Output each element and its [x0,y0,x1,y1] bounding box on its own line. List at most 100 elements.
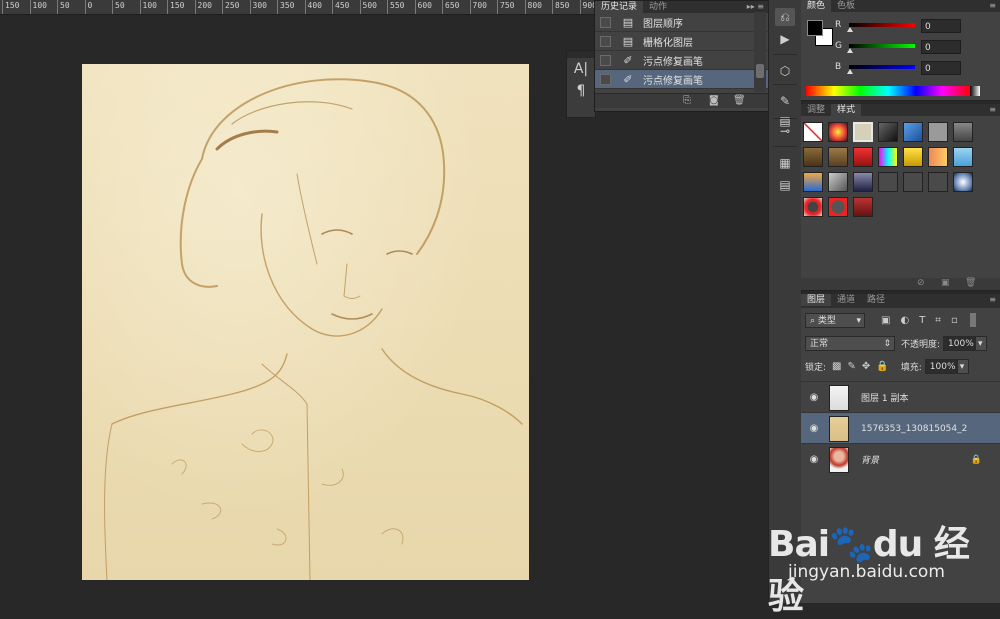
style-preset-swatch[interactable] [953,122,973,142]
style-preset-swatch[interactable] [953,172,973,192]
snapshot-source-checkbox[interactable] [600,16,611,28]
lock-position-move-icon[interactable]: ✥ [862,361,870,372]
layer-row[interactable]: ◉ 图层 1 副本 [801,381,1000,413]
actions-play-icon[interactable]: ▶ [775,30,795,48]
red-slider[interactable] [847,23,915,32]
style-preset-swatch[interactable] [828,122,848,142]
fill-dropdown-arrow[interactable]: ▾ [956,358,969,374]
style-preset-swatch[interactable] [878,122,898,142]
mini-panel-titlebar[interactable] [567,51,595,58]
style-preset-swatch[interactable] [953,147,973,167]
ruler-tick-label: 550 [390,1,405,10]
style-preset-swatch[interactable] [803,197,823,217]
color-spectrum-ramp[interactable] [806,86,970,96]
style-preset-swatch[interactable] [878,147,898,167]
lock-all-icon[interactable]: 🔒 [876,361,888,372]
new-document-from-state-icon[interactable]: ⎘ [683,95,691,106]
filter-type-icon[interactable]: T [919,315,925,326]
character-panel-icon[interactable]: A| [567,58,595,80]
layer-row[interactable]: ◉ 1576353_130815054_2 [801,412,1000,444]
filter-adjustment-icon[interactable]: ◐ [900,315,909,326]
3d-cube-icon[interactable]: ⬡ [775,62,795,80]
style-preset-swatch[interactable] [903,122,923,142]
style-preset-swatch[interactable] [828,197,848,217]
panel-menu-icon[interactable]: ▸▸ ≡ [747,2,764,11]
tab-channels[interactable]: 通道 [831,294,861,306]
filter-pixel-icon[interactable]: ▣ [881,315,890,326]
style-preset-swatch[interactable] [853,172,873,192]
panel-menu-icon[interactable]: ≡ [989,295,996,304]
green-slider[interactable] [847,44,915,53]
history-scrollbar[interactable] [754,12,766,92]
snapshot-source-checkbox[interactable] [600,73,611,85]
ruler-tick: 250 [222,0,239,14]
style-preset-swatch[interactable] [853,147,873,167]
style-preset-swatch[interactable] [803,147,823,167]
layer-filter-kind-dropdown[interactable]: ⌕ 类型 ▾ [805,312,865,328]
visibility-eye-icon[interactable]: ◉ [807,392,821,403]
red-value-input[interactable]: 0 [921,19,961,33]
fill-input[interactable]: 100% [924,358,957,374]
filter-toggle-switch[interactable] [969,313,976,327]
document-canvas[interactable] [82,64,529,580]
blue-value-input[interactable]: 0 [921,61,961,75]
layer-row[interactable]: ◉ 背景 🔒 [801,443,1000,475]
tab-paths[interactable]: 路径 [861,294,891,306]
layer-name[interactable]: 图层 1 副本 [861,391,908,404]
style-preset-swatch[interactable] [803,172,823,192]
tab-swatches[interactable]: 色板 [831,0,861,12]
grayscale-ramp[interactable] [970,86,980,96]
layer-name[interactable]: 1576353_130815054_2 [861,424,967,434]
tab-layers[interactable]: 图层 [801,294,832,306]
foreground-color-swatch[interactable] [807,20,823,36]
filter-shape-icon[interactable]: ⌗ [935,315,941,326]
visibility-eye-icon[interactable]: ◉ [807,423,821,434]
notes-panel-icon[interactable]: ▤ [775,176,795,194]
blend-mode-dropdown[interactable]: 正常 ⇕ [805,335,895,351]
history-state-row[interactable]: ▤ 栅格化图层 [595,32,768,51]
tab-adjustments[interactable]: 调整 [801,104,831,116]
snapshot-source-checkbox[interactable] [600,35,611,47]
style-preset-swatch[interactable] [928,172,948,192]
style-preset-swatch[interactable] [878,172,898,192]
style-preset-swatch[interactable] [853,197,873,217]
panel-menu-icon[interactable]: ≡ [989,105,996,114]
style-preset-swatch[interactable] [803,122,823,142]
info-panel-icon[interactable]: ▦ [775,154,795,172]
tab-actions[interactable]: 动作 [643,1,673,13]
brush-presets-icon[interactable]: ✎ [775,92,795,110]
history-state-row[interactable]: ✐ 污点修复画笔 [595,70,768,89]
blue-slider[interactable] [847,65,915,74]
opacity-input[interactable]: 100% [943,335,976,351]
style-preset-swatch[interactable] [903,147,923,167]
green-value-input[interactable]: 0 [921,40,961,54]
tab-history[interactable]: 历史记录 [595,1,644,13]
style-preset-swatch[interactable] [853,122,873,142]
history-panel-icon[interactable]: ⎌ [775,8,795,26]
tool-presets-icon[interactable]: ⊸ [775,122,795,140]
trash-icon[interactable]: 🗑 [733,95,746,106]
tab-styles[interactable]: 样式 [831,104,862,116]
style-preset-swatch[interactable] [928,122,948,142]
history-state-row[interactable]: ▤ 图层顺序 [595,13,768,32]
paragraph-panel-icon[interactable]: ¶ [567,80,595,102]
snapshot-source-checkbox[interactable] [600,54,611,66]
opacity-dropdown-arrow[interactable]: ▾ [975,335,988,351]
panel-menu-icon[interactable]: ≡ [989,1,996,10]
style-preset-swatch[interactable] [903,172,923,192]
filter-smart-object-icon[interactable]: ▫ [951,315,958,326]
ruler-tick: 750 [497,0,514,14]
delete-style-icon[interactable]: 🗑 [965,278,976,288]
clear-style-icon[interactable]: ⊘ [917,278,925,288]
layer-name[interactable]: 背景 [861,453,879,466]
history-state-row[interactable]: ✐ 污点修复画笔 [595,51,768,70]
visibility-eye-icon[interactable]: ◉ [807,454,821,465]
style-preset-swatch[interactable] [828,172,848,192]
snapshot-camera-icon[interactable]: ◙ [709,95,719,106]
lock-image-brush-icon[interactable]: ✎ [848,361,856,372]
new-style-icon[interactable]: ▣ [941,278,950,288]
style-preset-swatch[interactable] [928,147,948,167]
lock-transparent-icon[interactable]: ▩ [832,361,841,372]
style-preset-swatch[interactable] [828,147,848,167]
tab-color[interactable]: 颜色 [801,0,832,12]
